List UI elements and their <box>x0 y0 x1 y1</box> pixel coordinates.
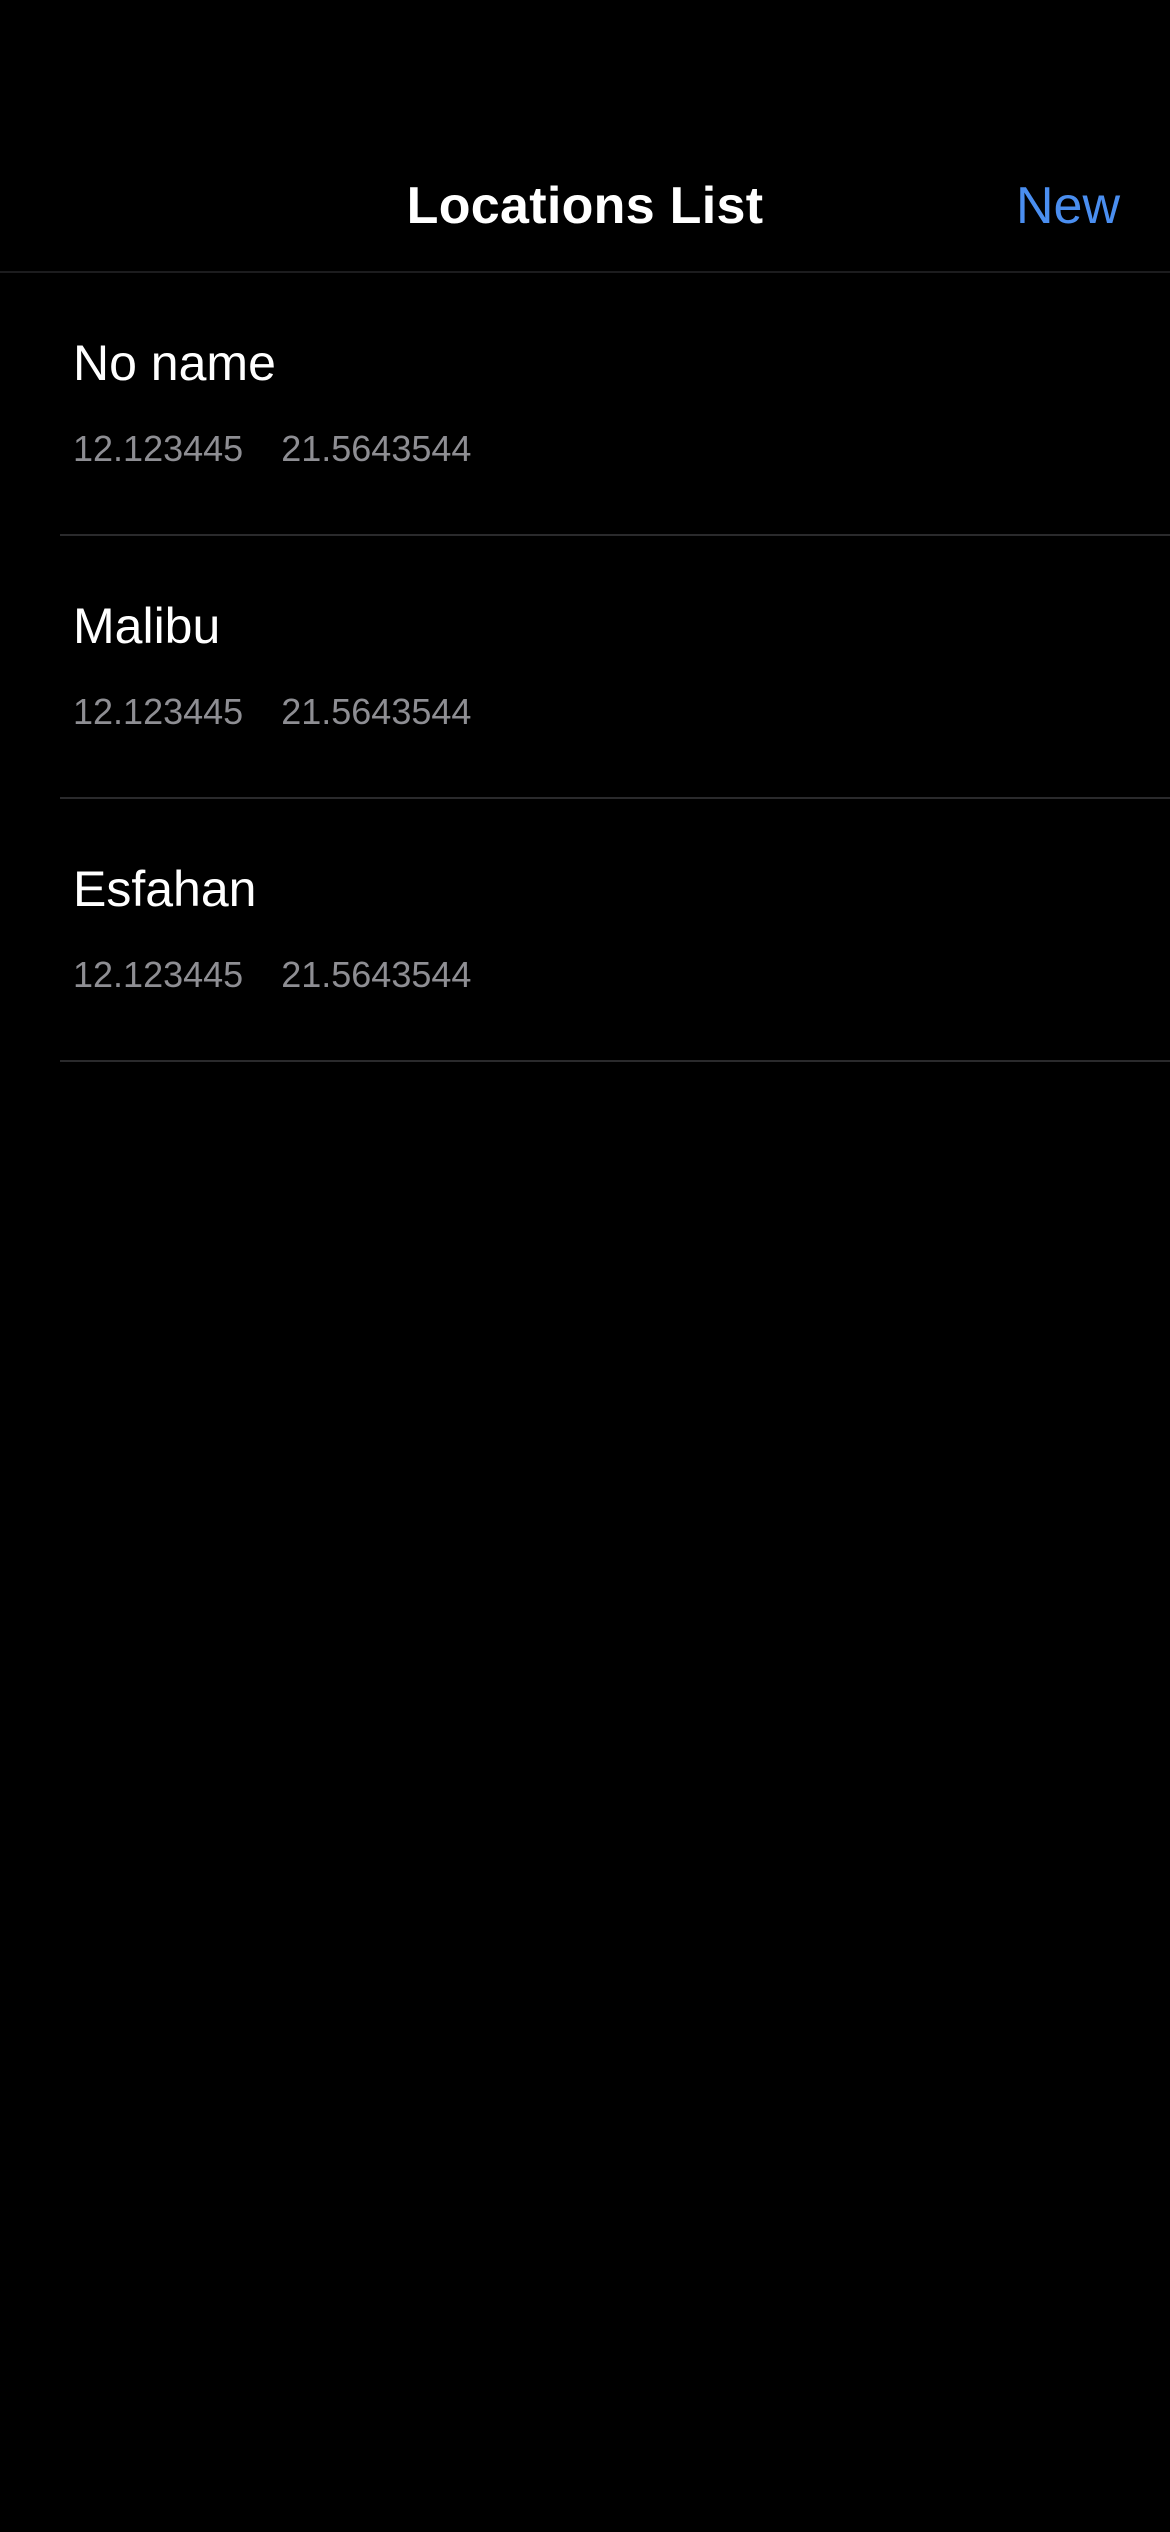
location-name: No name <box>73 335 276 391</box>
location-longitude: 21.5643544 <box>281 428 472 469</box>
location-coordinates: 12.123445 21.5643544 <box>73 427 471 471</box>
location-latitude: 12.123445 <box>73 954 244 995</box>
location-longitude: 21.5643544 <box>281 954 472 995</box>
location-name: Malibu <box>73 598 221 654</box>
status-bar-area <box>0 0 1170 140</box>
location-row-malibu[interactable]: Malibu 12.123445 21.5643544 <box>0 536 1170 799</box>
screen: Locations List New No name 12.123445 21.… <box>0 0 1170 2532</box>
page-title: Locations List <box>406 177 764 235</box>
location-coordinates: 12.123445 21.5643544 <box>73 690 471 734</box>
new-location-button[interactable]: New <box>1016 140 1120 273</box>
locations-list: No name 12.123445 21.5643544 Malibu 12.1… <box>0 273 1170 1062</box>
location-row-esfahan[interactable]: Esfahan 12.123445 21.5643544 <box>0 799 1170 1062</box>
location-row-no-name[interactable]: No name 12.123445 21.5643544 <box>0 273 1170 536</box>
location-longitude: 21.5643544 <box>281 691 472 732</box>
location-latitude: 12.123445 <box>73 428 244 469</box>
navigation-bar: Locations List New <box>0 140 1170 273</box>
location-coordinates: 12.123445 21.5643544 <box>73 953 471 997</box>
location-name: Esfahan <box>73 861 257 917</box>
location-latitude: 12.123445 <box>73 691 244 732</box>
